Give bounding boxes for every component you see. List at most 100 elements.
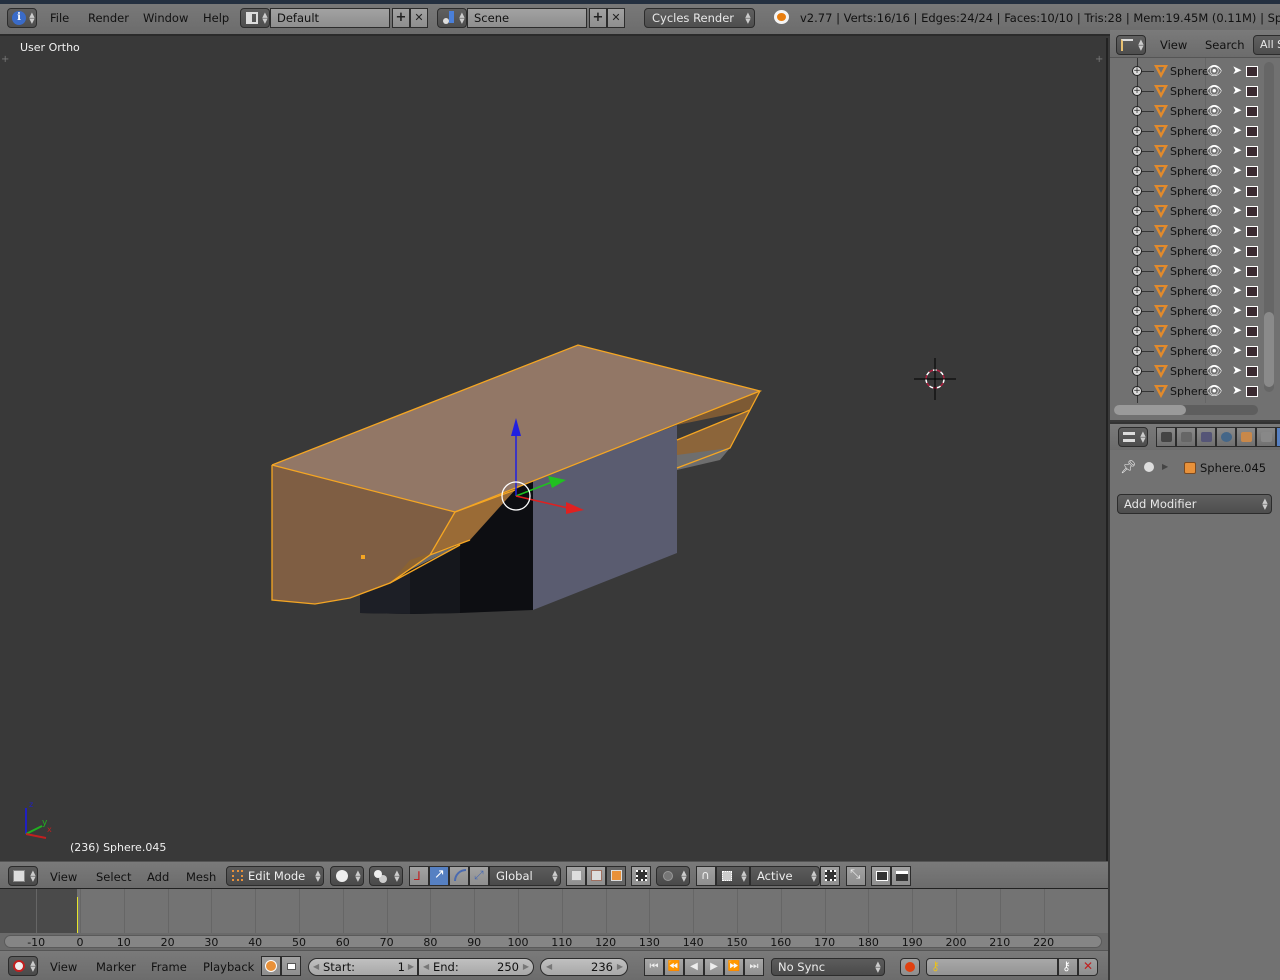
outliner-item-name[interactable]: Sphere — [1170, 205, 1208, 218]
selectable-cursor-icon[interactable]: ➤ — [1232, 323, 1242, 337]
properties-tab-scene[interactable] — [1196, 427, 1216, 447]
end-frame-field[interactable]: ◀ End: 250 ▶ — [418, 958, 534, 976]
renderable-camera-icon[interactable] — [1246, 126, 1258, 137]
expand-icon[interactable]: + — [1132, 326, 1142, 336]
selectable-cursor-icon[interactable]: ➤ — [1232, 263, 1242, 277]
renderable-camera-icon[interactable] — [1246, 146, 1258, 157]
renderable-camera-icon[interactable] — [1246, 106, 1258, 117]
insert-keyframe-button[interactable]: ⚷ — [1058, 958, 1078, 976]
outliner-horizontal-scrollbar-thumb[interactable] — [1114, 405, 1186, 415]
scale-manipulator-button[interactable]: ⤢ — [469, 866, 489, 886]
3d-menu-view[interactable]: View — [50, 870, 77, 884]
outliner-item[interactable]: + Sphere 👁︎ ➤ — [1110, 62, 1280, 82]
3d-viewport[interactable]: User Ortho + + z y x (236) Sphere.045 — [0, 38, 1108, 861]
pin-icon[interactable]: 📌︎ — [1120, 460, 1137, 475]
selectable-cursor-icon[interactable]: ➤ — [1232, 103, 1242, 117]
snap-align-button[interactable] — [820, 866, 840, 886]
outliner-filter-select[interactable]: All Scenes — [1253, 35, 1280, 55]
opengl-animation-button[interactable] — [891, 866, 911, 886]
start-frame-field[interactable]: ◀ Start: 1 ▶ — [308, 958, 418, 976]
selectable-cursor-icon[interactable]: ➤ — [1232, 163, 1242, 177]
expand-icon[interactable]: + — [1132, 86, 1142, 96]
outliner-item[interactable]: + Sphere 👁︎ ➤ — [1110, 342, 1280, 362]
expand-icon[interactable]: + — [1132, 166, 1142, 176]
lock-time-cursor-button[interactable] — [281, 956, 301, 976]
current-frame-indicator[interactable] — [77, 897, 78, 933]
renderable-camera-icon[interactable] — [1246, 86, 1258, 97]
selectable-cursor-icon[interactable]: ➤ — [1232, 83, 1242, 97]
scene-browse[interactable]: ▲ ▼ — [437, 8, 467, 28]
auto-merge-button[interactable]: ⤡ — [846, 866, 866, 886]
expand-icon[interactable]: + — [1132, 106, 1142, 116]
screen-layout-browse[interactable]: ▲ ▼ — [240, 8, 270, 28]
jump-to-start-button[interactable]: ⏮ — [644, 958, 664, 976]
properties-tab-object[interactable] — [1236, 427, 1256, 447]
snap-target-select[interactable]: Active ▲ ▼ — [750, 866, 820, 886]
outliner-item[interactable]: + Sphere 👁︎ ➤ — [1110, 362, 1280, 382]
selectable-cursor-icon[interactable]: ➤ — [1232, 303, 1242, 317]
auto-keying-button[interactable] — [900, 958, 920, 976]
renderable-camera-icon[interactable] — [1246, 366, 1258, 377]
menu-file[interactable]: File — [50, 11, 69, 25]
expand-icon[interactable]: + — [1132, 66, 1142, 76]
scene-field[interactable]: Scene — [467, 8, 587, 28]
snap-toggle-button[interactable]: ∩ — [696, 866, 716, 886]
selectable-cursor-icon[interactable]: ➤ — [1232, 363, 1242, 377]
outliner-item[interactable]: + Sphere 👁︎ ➤ — [1110, 302, 1280, 322]
menu-window[interactable]: Window — [143, 11, 188, 25]
selectable-cursor-icon[interactable]: ➤ — [1232, 383, 1242, 397]
expand-icon[interactable]: + — [1132, 366, 1142, 376]
delete-layout-button[interactable]: ✕ — [410, 8, 428, 28]
visibility-eye-icon[interactable]: 👁︎ — [1206, 184, 1223, 199]
renderable-camera-icon[interactable] — [1246, 186, 1258, 197]
face-select-mode-button[interactable] — [606, 866, 626, 886]
3d-view-editor-type-button[interactable]: ▲ ▼ — [8, 866, 38, 886]
outliner-item[interactable]: + Sphere 👁︎ ➤ — [1110, 282, 1280, 302]
timeline-editor-type-button[interactable]: ▲ ▼ — [8, 956, 38, 976]
expand-icon[interactable]: + — [1132, 346, 1142, 356]
outliner-item-name[interactable]: Sphere — [1170, 145, 1208, 158]
delete-keyframe-button[interactable]: ✕ — [1078, 958, 1098, 976]
outliner-item-name[interactable]: Sphere — [1170, 285, 1208, 298]
expand-icon[interactable]: + — [1132, 146, 1142, 156]
play-reverse-button[interactable]: ◀ — [684, 958, 704, 976]
renderable-camera-icon[interactable] — [1246, 266, 1258, 277]
increment-arrow-icon[interactable]: ▶ — [617, 959, 623, 975]
outliner-item-name[interactable]: Sphere — [1170, 265, 1208, 278]
selectable-cursor-icon[interactable]: ➤ — [1232, 63, 1242, 77]
3d-menu-mesh[interactable]: Mesh — [186, 870, 216, 884]
translate-manipulator-button[interactable]: ↗ — [429, 866, 449, 886]
expand-icon[interactable]: + — [1132, 206, 1142, 216]
timeline-menu-marker[interactable]: Marker — [96, 960, 136, 974]
increment-arrow-icon[interactable]: ▶ — [523, 959, 529, 975]
edge-select-mode-button[interactable] — [586, 866, 606, 886]
visibility-eye-icon[interactable]: 👁︎ — [1206, 384, 1223, 399]
outliner-item-name[interactable]: Sphere — [1170, 365, 1208, 378]
expand-icon[interactable]: + — [1132, 386, 1142, 396]
play-button[interactable]: ▶ — [704, 958, 724, 976]
properties-editor-type-button[interactable]: ▲ ▼ — [1118, 427, 1148, 447]
outliner-item[interactable]: + Sphere 👁︎ ➤ — [1110, 122, 1280, 142]
selectable-cursor-icon[interactable]: ➤ — [1232, 243, 1242, 257]
visibility-eye-icon[interactable]: 👁︎ — [1206, 124, 1223, 139]
selectable-cursor-icon[interactable]: ➤ — [1232, 283, 1242, 297]
expand-icon[interactable]: + — [1132, 246, 1142, 256]
selectable-cursor-icon[interactable]: ➤ — [1232, 143, 1242, 157]
visibility-eye-icon[interactable]: 👁︎ — [1206, 244, 1223, 259]
renderable-camera-icon[interactable] — [1246, 346, 1258, 357]
outliner-horizontal-scrollbar[interactable] — [1114, 405, 1258, 415]
menu-help[interactable]: Help — [203, 11, 229, 25]
mode-select[interactable]: Edit Mode ▲ ▼ — [226, 866, 324, 886]
outliner-item[interactable]: + Sphere 👁︎ ➤ — [1110, 102, 1280, 122]
increment-arrow-icon[interactable]: ▶ — [408, 959, 414, 975]
add-scene-button[interactable]: + — [589, 8, 607, 28]
outliner-menu-search[interactable]: Search — [1205, 38, 1245, 52]
proportional-editing-select[interactable]: ▲ ▼ — [656, 866, 690, 886]
decrement-arrow-icon[interactable]: ◀ — [546, 959, 552, 975]
preview-range-button[interactable] — [261, 956, 281, 976]
outliner-item[interactable]: + Sphere 👁︎ ➤ — [1110, 202, 1280, 222]
add-modifier-select[interactable]: Add Modifier ▲ ▼ — [1117, 494, 1272, 514]
renderable-camera-icon[interactable] — [1246, 246, 1258, 257]
limit-selection-visible-button[interactable] — [631, 866, 651, 886]
vertex-select-mode-button[interactable] — [566, 866, 586, 886]
